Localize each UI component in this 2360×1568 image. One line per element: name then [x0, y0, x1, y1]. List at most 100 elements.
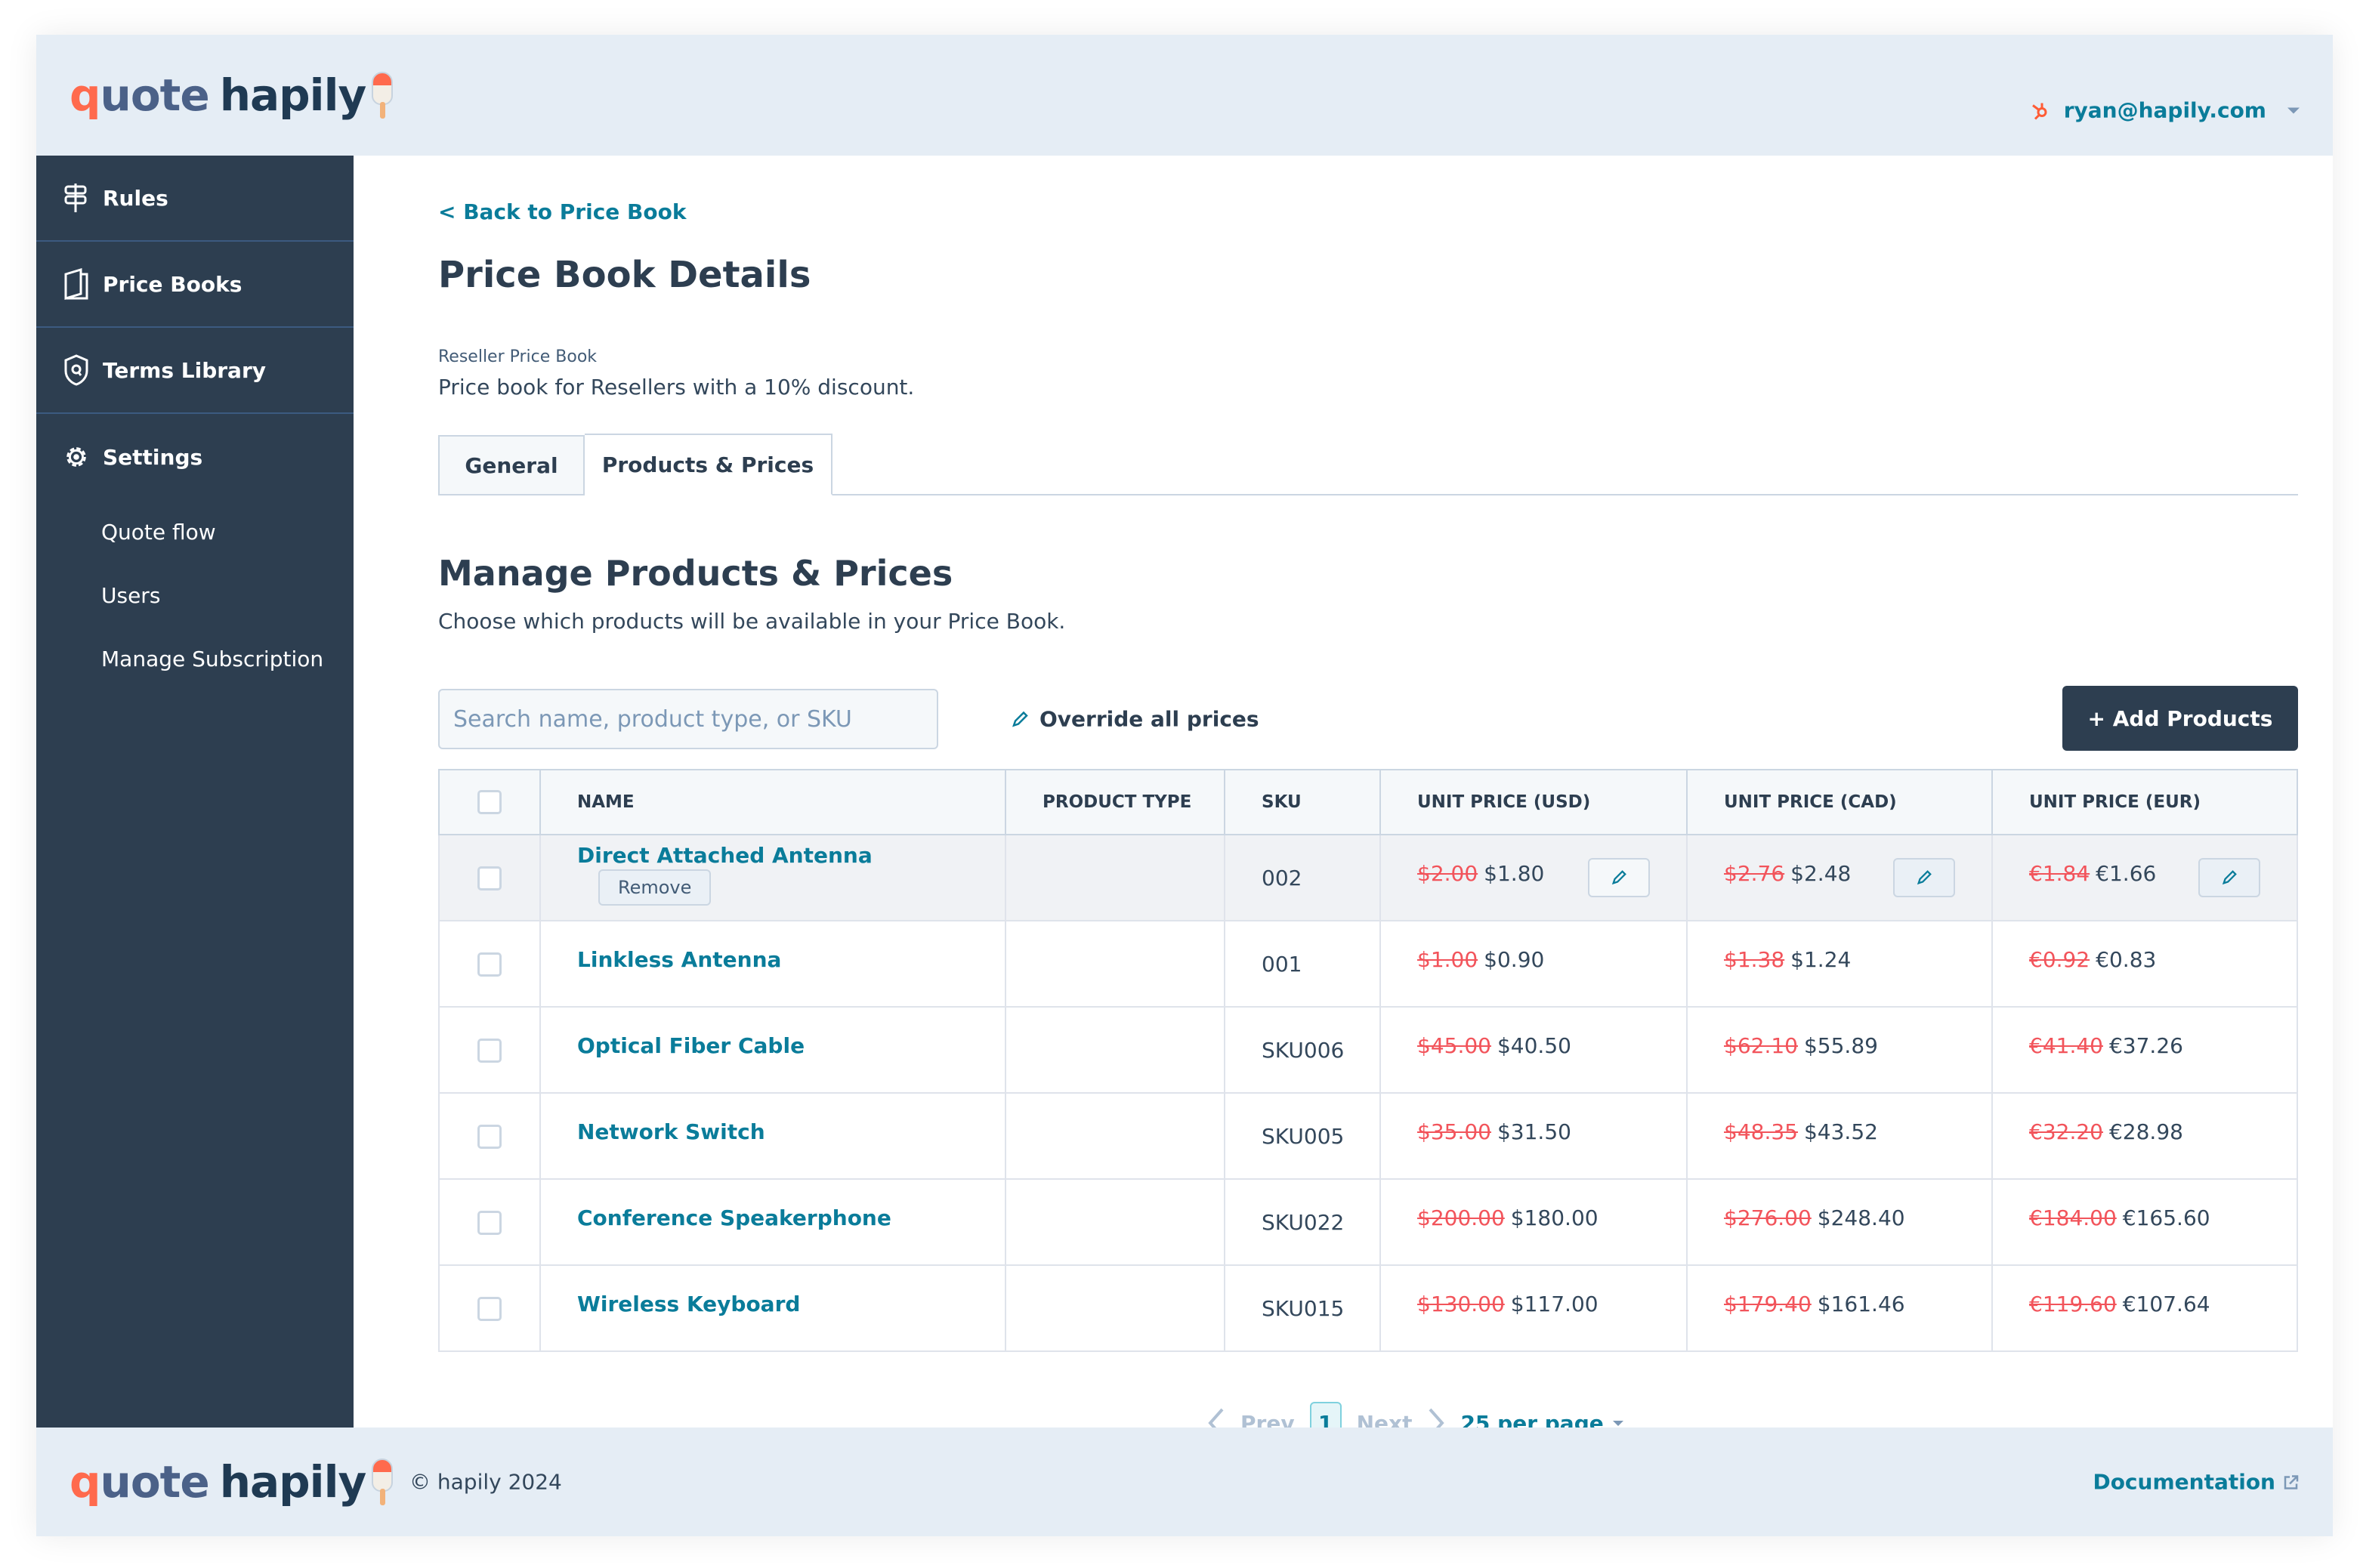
- product-name-link[interactable]: Linkless Antenna: [577, 947, 781, 972]
- discounted-price: $117.00: [1510, 1291, 1599, 1316]
- chevron-down-icon: [1612, 1420, 1623, 1426]
- edit-price-button[interactable]: [1588, 858, 1650, 897]
- original-price: $35.00: [1417, 1119, 1491, 1144]
- column-header-eur[interactable]: UNIT PRICE (EUR): [1991, 769, 2298, 835]
- column-header-name[interactable]: NAME: [539, 769, 1006, 835]
- logo-q: q: [70, 69, 101, 121]
- price-book-name: Reseller Price Book: [438, 347, 598, 366]
- row-checkbox[interactable]: [477, 1297, 502, 1321]
- override-all-prices-button[interactable]: Override all prices: [1011, 707, 1259, 732]
- signpost-icon: [62, 184, 91, 212]
- product-type-cell: [1005, 1178, 1225, 1266]
- price-value: $62.10 $55.89: [1724, 1033, 1878, 1058]
- product-name-link[interactable]: Optical Fiber Cable: [577, 1033, 805, 1058]
- select-all-checkbox[interactable]: [477, 790, 502, 814]
- sku-cell: SKU022: [1224, 1178, 1381, 1266]
- sidebar-subitem-users[interactable]: Users: [36, 563, 354, 627]
- price-cell-usd: $35.00 $31.50: [1379, 1092, 1688, 1180]
- original-price: $130.00: [1417, 1291, 1505, 1316]
- back-to-price-book-link[interactable]: < Back to Price Book: [438, 199, 686, 224]
- discounted-price: €1.66: [2096, 860, 2157, 886]
- discounted-price: €107.64: [2122, 1291, 2210, 1316]
- row-select-cell: [438, 1178, 541, 1266]
- search-input[interactable]: [438, 689, 938, 749]
- original-price: $2.00: [1417, 860, 1478, 886]
- user-menu[interactable]: ryan@hapily.com: [2031, 98, 2300, 123]
- tab-products-prices[interactable]: Products & Prices: [585, 434, 832, 495]
- discounted-price: €165.60: [2122, 1205, 2210, 1230]
- documentation-link[interactable]: Documentation: [2093, 1470, 2300, 1495]
- edit-price-button[interactable]: [1893, 858, 1955, 897]
- price-cell-eur: €41.40 €37.26: [1991, 1006, 2298, 1094]
- table-header-row: NAME PRODUCT TYPE SKU UNIT PRICE (USD) U…: [438, 769, 2298, 835]
- price-cell-cad: $1.38 $1.24: [1686, 920, 1993, 1008]
- column-header-cad[interactable]: UNIT PRICE (CAD): [1686, 769, 1993, 835]
- row-select-cell: [438, 1092, 541, 1180]
- row-select-cell: [438, 1264, 541, 1352]
- override-label: Override all prices: [1039, 706, 1259, 732]
- original-price: $1.00: [1417, 946, 1478, 972]
- documentation-label: Documentation: [2093, 1469, 2275, 1495]
- sidebar-item-settings[interactable]: Settings: [36, 414, 354, 500]
- original-price: €1.84: [2029, 860, 2090, 886]
- product-type-cell: [1005, 1006, 1225, 1094]
- row-checkbox[interactable]: [477, 1039, 502, 1063]
- price-cell-usd: $200.00 $180.00: [1379, 1178, 1688, 1266]
- logo-uote: uote: [100, 1456, 210, 1508]
- hubspot-icon: [2031, 103, 2047, 120]
- products-table: NAME PRODUCT TYPE SKU UNIT PRICE (USD) U…: [438, 769, 2298, 1352]
- price-value: $1.38 $1.24: [1724, 947, 1851, 972]
- popsicle-icon: [372, 72, 394, 119]
- pencil-icon: [1611, 869, 1627, 886]
- discounted-price: $40.50: [1497, 1032, 1571, 1058]
- product-name-link[interactable]: Conference Speakerphone: [577, 1205, 891, 1230]
- discounted-price: $55.89: [1803, 1032, 1878, 1058]
- product-name-link[interactable]: Wireless Keyboard: [577, 1292, 800, 1316]
- chevron-down-icon: [2287, 107, 2300, 113]
- footer: q uote hapily © hapily 2024 Documentation: [36, 1428, 2333, 1536]
- original-price: $48.35: [1724, 1119, 1798, 1144]
- sidebar-item-terms-library[interactable]: Terms Library: [36, 328, 354, 414]
- edit-price-button[interactable]: [2198, 858, 2260, 897]
- add-products-button[interactable]: + Add Products: [2062, 686, 2298, 751]
- remove-button[interactable]: Remove: [598, 869, 712, 906]
- sidebar: Rules Price Books Terms Library Settings…: [36, 156, 354, 1428]
- price-cell-eur: €1.84 €1.66: [1991, 834, 2298, 921]
- logo-hapily: hapily: [219, 1456, 367, 1508]
- column-header-usd[interactable]: UNIT PRICE (USD): [1379, 769, 1688, 835]
- row-checkbox[interactable]: [477, 952, 502, 977]
- row-checkbox[interactable]: [477, 866, 502, 890]
- logo-q: q: [70, 1456, 101, 1508]
- row-checkbox[interactable]: [477, 1211, 502, 1235]
- column-header-product-type[interactable]: PRODUCT TYPE: [1005, 769, 1225, 835]
- book-icon: [62, 268, 91, 300]
- price-book-description: Price book for Resellers with a 10% disc…: [438, 375, 915, 400]
- product-name-link[interactable]: Direct Attached Antenna: [577, 843, 873, 868]
- sidebar-subitem-quote-flow[interactable]: Quote flow: [36, 500, 354, 563]
- tab-general[interactable]: General: [438, 435, 585, 495]
- price-cell-cad: $62.10 $55.89: [1686, 1006, 1993, 1094]
- price-cell-usd: $45.00 $40.50: [1379, 1006, 1688, 1094]
- sidebar-subitem-manage-subscription[interactable]: Manage Subscription: [36, 627, 354, 690]
- table-row: Direct Attached Antenna Remove 002 $2.00…: [438, 834, 2298, 921]
- page-title: Price Book Details: [438, 254, 811, 296]
- price-value: $2.00 $1.80: [1417, 861, 1544, 886]
- quote-hapily-logo[interactable]: q uote hapily: [70, 66, 394, 124]
- table-row: Optical Fiber Cable SKU006 $45.00 $40.50 …: [438, 1006, 2298, 1094]
- product-type-cell: [1005, 1264, 1225, 1352]
- column-header-sku[interactable]: SKU: [1224, 769, 1381, 835]
- sidebar-item-price-books[interactable]: Price Books: [36, 242, 354, 328]
- price-value: $130.00 $117.00: [1417, 1292, 1599, 1316]
- price-value: €41.40 €37.26: [2029, 1033, 2183, 1058]
- sidebar-item-rules[interactable]: Rules: [36, 156, 354, 242]
- top-header: q uote hapily ryan@hapily.com: [36, 35, 2333, 156]
- product-name-link[interactable]: Network Switch: [577, 1119, 765, 1144]
- price-value: $45.00 $40.50: [1417, 1033, 1571, 1058]
- table-row: Wireless Keyboard SKU015 $130.00 $117.00 …: [438, 1264, 2298, 1352]
- price-value: €119.60 €107.64: [2029, 1292, 2210, 1316]
- row-checkbox[interactable]: [477, 1125, 502, 1149]
- sidebar-item-label: Settings: [103, 444, 203, 470]
- popsicle-icon: [372, 1458, 394, 1505]
- price-value: €1.84 €1.66: [2029, 861, 2156, 886]
- original-price: $179.40: [1724, 1291, 1812, 1316]
